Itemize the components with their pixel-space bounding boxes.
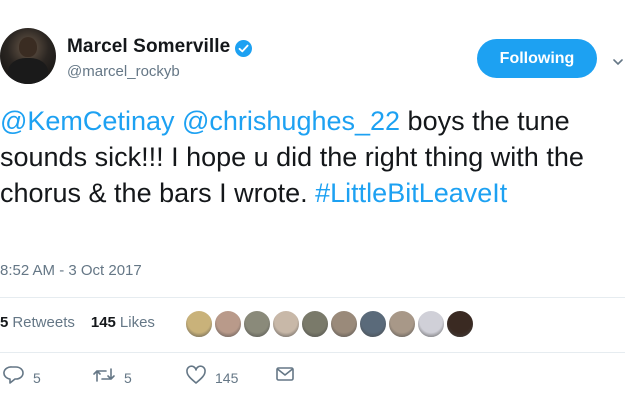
liker-avatar[interactable] xyxy=(242,309,272,339)
liker-avatar[interactable] xyxy=(416,309,446,339)
author-name-row: Marcel Somerville xyxy=(67,36,253,58)
direct-message-button[interactable] xyxy=(275,365,295,388)
retweet-count: 5 xyxy=(124,369,132,386)
liker-avatar[interactable] xyxy=(445,309,475,339)
liker-avatar[interactable] xyxy=(387,309,417,339)
retweet-icon xyxy=(92,365,116,390)
reply-button[interactable]: 5 xyxy=(3,365,41,390)
author-avatar[interactable] xyxy=(0,28,56,84)
liker-avatar[interactable] xyxy=(271,309,301,339)
retweets-count[interactable]: 5 xyxy=(0,314,8,331)
tweet-timestamp[interactable]: 8:52 AM - 3 Oct 2017 xyxy=(0,262,142,279)
tweet-card: Marcel Somerville @marcel_rockyb Followi… xyxy=(0,0,625,417)
hashtag-link[interactable]: #LittleBitLeaveIt xyxy=(315,178,507,208)
tweet-actions: 5 5 145 xyxy=(0,365,625,389)
tweet-text-segment xyxy=(174,106,182,136)
divider xyxy=(0,352,625,353)
reply-icon xyxy=(3,365,25,390)
liker-avatar[interactable] xyxy=(300,309,330,339)
liker-avatar[interactable] xyxy=(358,309,388,339)
chevron-down-icon[interactable] xyxy=(613,53,623,71)
mention-link[interactable]: @KemCetinay xyxy=(0,106,174,136)
author-info: Marcel Somerville @marcel_rockyb xyxy=(67,36,253,80)
avatar-head-shape xyxy=(19,37,37,57)
like-button[interactable]: 145 xyxy=(185,365,238,390)
heart-icon xyxy=(185,365,207,390)
following-button[interactable]: Following xyxy=(477,39,597,78)
mention-link[interactable]: @chrishughes_22 xyxy=(182,106,400,136)
divider xyxy=(0,297,625,298)
tweet-stats: 5 Retweets 145 Likes xyxy=(0,314,155,331)
retweet-button[interactable]: 5 xyxy=(92,365,132,390)
liker-avatar[interactable] xyxy=(213,309,243,339)
envelope-icon xyxy=(275,365,295,388)
verified-badge-icon xyxy=(235,39,253,57)
liker-avatar[interactable] xyxy=(184,309,214,339)
liker-avatar[interactable] xyxy=(329,309,359,339)
tweet-text: @KemCetinay @chrishughes_22 boys the tun… xyxy=(0,103,625,211)
likes-label[interactable]: Likes xyxy=(120,314,155,331)
author-display-name[interactable]: Marcel Somerville xyxy=(67,36,230,58)
likes-count[interactable]: 145 xyxy=(91,314,116,331)
avatar-body-shape xyxy=(8,58,48,84)
author-handle[interactable]: @marcel_rockyb xyxy=(67,63,252,80)
reply-count: 5 xyxy=(33,369,41,386)
retweets-label[interactable]: Retweets xyxy=(12,314,75,331)
like-count: 145 xyxy=(215,369,239,386)
